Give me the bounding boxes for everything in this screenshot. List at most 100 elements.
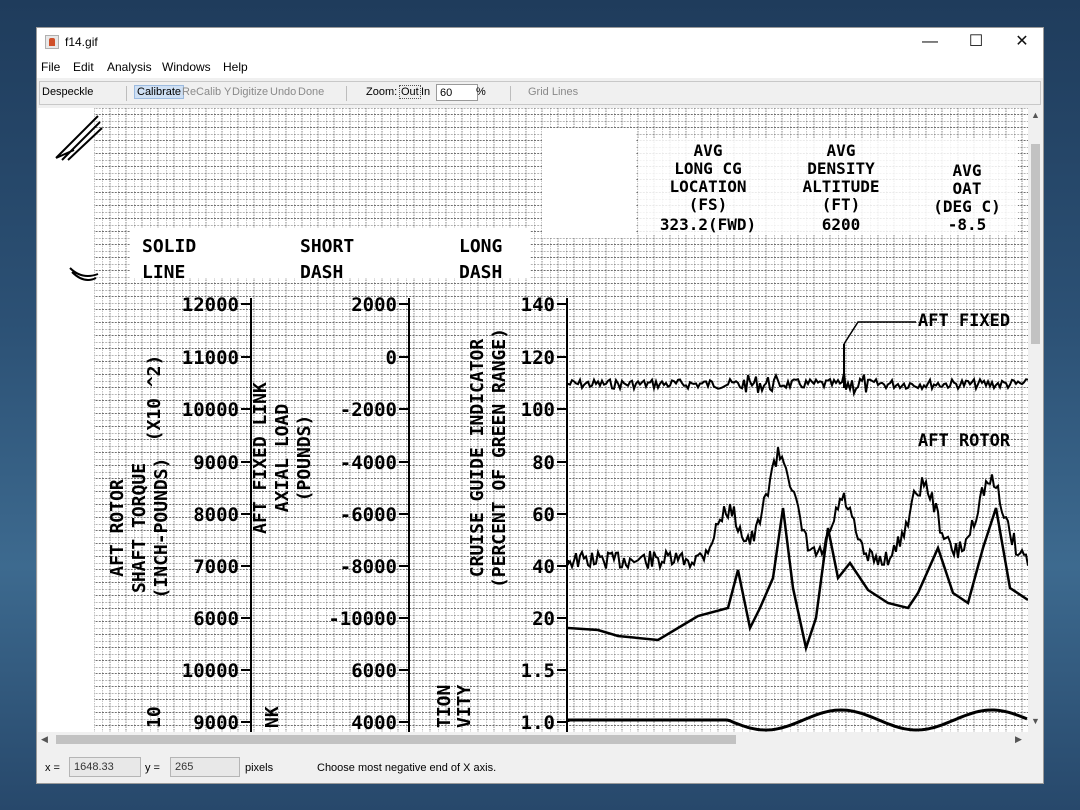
digitize-button[interactable]: Digitize bbox=[232, 86, 268, 98]
header-col1-line5: 323.2(FWD) bbox=[660, 215, 756, 234]
header-col2-line4: (FT) bbox=[822, 195, 861, 214]
axis1-label-line2: SHAFT TORQUE bbox=[129, 463, 150, 593]
image-canvas[interactable]: AVG LONG CG LOCATION (FS) 323.2(FWD) AVG… bbox=[38, 108, 1028, 732]
horizontal-scroll-thumb[interactable] bbox=[56, 735, 736, 744]
menu-analysis[interactable]: Analysis bbox=[107, 60, 152, 74]
vertical-scrollbar[interactable]: ▲ ▼ bbox=[1028, 108, 1043, 732]
axis3-tick-label: 100 bbox=[521, 399, 555, 421]
header-col1-line2: LONG CG bbox=[674, 159, 741, 178]
header-col1-line3: LOCATION bbox=[669, 177, 746, 196]
x-coordinate-label: x = bbox=[45, 762, 60, 774]
axis3-tick-label: 20 bbox=[532, 608, 555, 630]
axis1-tick-label: 10000 bbox=[182, 399, 239, 421]
y-coordinate-field: 265 bbox=[170, 757, 240, 777]
header-col3-line4: -8.5 bbox=[948, 215, 987, 234]
axis2-tick-label: -2000 bbox=[340, 399, 397, 421]
axis1-tick-label: 6000 bbox=[193, 608, 239, 630]
y-coordinate-label: y = bbox=[145, 762, 160, 774]
recalib-y-button[interactable]: ReCalib Y bbox=[182, 86, 231, 98]
axis3-label-line2: (PERCENT OF GREEN RANGE) bbox=[489, 328, 510, 588]
header-col1-line1: AVG bbox=[694, 141, 723, 160]
legend-long-1: LONG bbox=[459, 236, 502, 257]
toolbar-separator bbox=[346, 86, 347, 101]
scroll-right-arrow[interactable]: ▶ bbox=[1015, 734, 1022, 745]
done-button[interactable]: Done bbox=[298, 86, 324, 98]
x-coordinate-field: 1648.33 bbox=[69, 757, 141, 777]
header-col3-line1: AVG bbox=[953, 161, 982, 180]
axis2-label-line3: (POUNDS) bbox=[294, 415, 315, 502]
zoom-label: Zoom: bbox=[366, 86, 398, 98]
axis2-tick-label: 4000 bbox=[351, 712, 397, 732]
horizontal-scrollbar[interactable]: ◀ ▶ bbox=[38, 732, 1028, 747]
axis2-tick-label: 0 bbox=[386, 347, 397, 369]
axis1-tick-label: 7000 bbox=[193, 556, 239, 578]
zoom-unit: % bbox=[476, 86, 486, 98]
axis1-tick-label: 12000 bbox=[182, 294, 239, 316]
axis2-tick-label: -10000 bbox=[328, 608, 397, 630]
legend-solid-1: SOLID bbox=[142, 236, 196, 257]
scanned-chart-image: AVG LONG CG LOCATION (FS) 323.2(FWD) AVG… bbox=[38, 108, 1028, 732]
axis3-tick-label: 1.0 bbox=[521, 712, 555, 732]
axis3-tick-label: 120 bbox=[521, 347, 555, 369]
menu-windows[interactable]: Windows bbox=[162, 60, 211, 74]
status-message: Choose most negative end of X axis. bbox=[317, 762, 497, 774]
zoom-percent-input[interactable] bbox=[436, 84, 478, 101]
menu-file[interactable]: File bbox=[41, 60, 60, 74]
axis2-label-line1: AFT FIXED LINK bbox=[250, 382, 271, 534]
zoom-out-button[interactable]: Out bbox=[399, 85, 421, 99]
header-col2-line2: DENSITY bbox=[807, 159, 875, 178]
vertical-scroll-thumb[interactable] bbox=[1031, 144, 1040, 344]
toolbar: Despeckle Calibrate ReCalib Y Digitize U… bbox=[39, 81, 1041, 105]
axis2-tick-label: 2000 bbox=[351, 294, 397, 316]
partial-label-d: VITY bbox=[454, 684, 475, 728]
status-bar: x = 1648.33 y = 265 pixels Choose most n… bbox=[37, 751, 1043, 783]
toolbar-separator bbox=[510, 86, 511, 101]
aft-fixed-annotation: AFT FIXED bbox=[918, 311, 1010, 331]
legend-short-1: SHORT bbox=[300, 236, 354, 257]
header-col2-line3: ALTITUDE bbox=[802, 177, 879, 196]
axis3-tick-label: 60 bbox=[532, 504, 555, 526]
coordinate-unit: pixels bbox=[245, 762, 274, 774]
header-col2-line1: AVG bbox=[827, 141, 856, 160]
maximize-button[interactable]: ☐ bbox=[953, 28, 999, 56]
zoom-in-button[interactable]: In bbox=[421, 86, 430, 98]
menu-edit[interactable]: Edit bbox=[73, 60, 94, 74]
axis1-tick-label: 10000 bbox=[182, 660, 239, 682]
toolbar-separator bbox=[126, 86, 127, 101]
axis1-tick-label: 9000 bbox=[193, 452, 239, 474]
menu-help[interactable]: Help bbox=[223, 60, 248, 74]
application-window: f14.gif — ☐ ✕ File Edit Analysis Windows… bbox=[36, 27, 1044, 784]
axis2-tick-label: 6000 bbox=[351, 660, 397, 682]
axis2-label-line2: AXIAL LOAD bbox=[272, 404, 293, 513]
partial-label-c: TION bbox=[434, 685, 455, 728]
axis2-tick-label: -4000 bbox=[340, 452, 397, 474]
header-col2-line5: 6200 bbox=[822, 215, 861, 234]
header-col1-line4: (FS) bbox=[689, 195, 728, 214]
java-app-icon bbox=[45, 35, 59, 49]
axis3-label-line1: CRUISE GUIDE INDICATOR bbox=[467, 339, 488, 578]
axis1-label-line1: AFT ROTOR bbox=[107, 479, 128, 577]
axis3-tick-label: 140 bbox=[521, 294, 555, 316]
grid-lines-button[interactable]: Grid Lines bbox=[528, 86, 578, 98]
axis3-tick-label: 1.5 bbox=[521, 660, 555, 682]
aft-rotor-annotation: AFT ROTOR bbox=[918, 431, 1011, 451]
axis2-tick-label: -6000 bbox=[340, 504, 397, 526]
scroll-down-arrow[interactable]: ▼ bbox=[1031, 716, 1040, 726]
close-button[interactable]: ✕ bbox=[999, 28, 1045, 56]
axis3-tick-label: 40 bbox=[532, 556, 555, 578]
axis2-tick-label: -8000 bbox=[340, 556, 397, 578]
partial-label-b: NK bbox=[262, 706, 283, 728]
minimize-button[interactable]: — bbox=[907, 28, 953, 56]
scroll-up-arrow[interactable]: ▲ bbox=[1031, 110, 1040, 120]
legend-short-2: DASH bbox=[300, 262, 343, 283]
axis1-tick-label: 8000 bbox=[193, 504, 239, 526]
axis1-label-line4: (X10 ^2) bbox=[144, 355, 165, 442]
undo-button[interactable]: Undo bbox=[270, 86, 296, 98]
title-bar[interactable]: f14.gif — ☐ ✕ bbox=[37, 28, 1043, 56]
scroll-left-arrow[interactable]: ◀ bbox=[41, 734, 48, 745]
axis1-tick-label: 11000 bbox=[182, 347, 239, 369]
menu-bar: File Edit Analysis Windows Help bbox=[37, 56, 1043, 78]
calibrate-button[interactable]: Calibrate bbox=[134, 85, 185, 99]
legend-long-2: DASH bbox=[459, 262, 502, 283]
despeckle-button[interactable]: Despeckle bbox=[42, 86, 93, 98]
